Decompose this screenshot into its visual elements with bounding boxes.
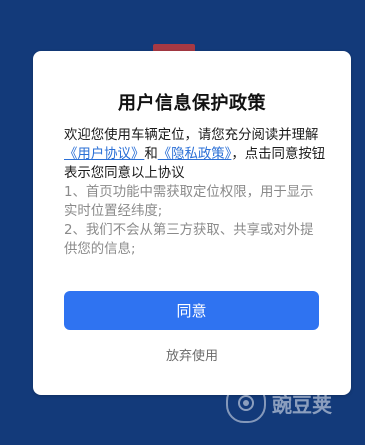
privacy-policy-link[interactable]: 《隐私政策》: [158, 147, 232, 162]
dialog-title: 用户信息保护政策: [118, 93, 266, 114]
pea-logo-icon: [226, 383, 266, 423]
privacy-dialog: 用户信息保护政策 欢迎您使用车辆定位，请您充分阅读并理解 《用户协议》和《隐私政…: [33, 51, 351, 395]
watermark-text: 豌豆荚: [272, 392, 332, 417]
watermark: 豌豆荚: [226, 383, 346, 423]
agree-button[interactable]: 同意: [64, 291, 319, 330]
conjunction-text: 和: [144, 147, 158, 162]
dialog-content: 欢迎您使用车辆定位，请您充分阅读并理解 《用户协议》和《隐私政策》，点击同意按钮…: [64, 126, 326, 259]
intro-text: 欢迎您使用车辆定位，请您充分阅读并理解: [64, 128, 319, 143]
policy-item-2: 2、我们不会从第三方获取、共享或对外提供您的信息;: [64, 223, 314, 257]
user-agreement-link[interactable]: 《用户协议》: [64, 147, 144, 162]
policy-item-1: 1、首页功能中需获取定位权限，用于显示实时位置经纬度;: [64, 185, 314, 219]
decline-button[interactable]: 放弃使用: [33, 345, 351, 364]
